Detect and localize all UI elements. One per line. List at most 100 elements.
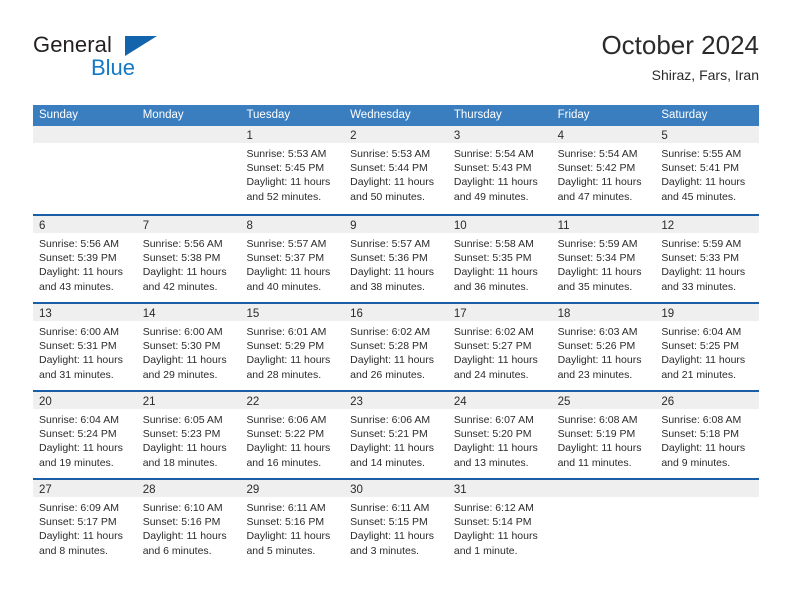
generalblue-logo[interactable]: General Blue xyxy=(33,32,253,92)
day-number: 31 xyxy=(453,484,467,496)
daylight-duration-line1: Daylight: 11 hours xyxy=(661,266,746,279)
day-sun-info: Sunrise: 6:10 AM Sunset: 5:16 PM Daylight:… xyxy=(137,497,241,558)
day-number: 5 xyxy=(661,130,668,142)
calendar-week-row: 6 Sunrise: 5:56 AM Sunset: 5:39 PM Daylight… xyxy=(33,214,760,302)
calendar-day-cell[interactable]: 1 Sunrise: 5:53 AM Sunset: 5:45 PM Daylight… xyxy=(240,126,345,214)
daylight-duration-line2: and 43 minutes. xyxy=(39,280,114,293)
day-number-band: 22 xyxy=(240,392,345,409)
day-number: 4 xyxy=(557,130,564,142)
sunset-time: Sunset: 5:25 PM xyxy=(661,340,739,353)
daylight-duration-line2: and 16 minutes. xyxy=(246,456,322,469)
calendar-day-cell[interactable]: 22 Sunrise: 6:06 AM Sunset: 5:22 PM Dayligh… xyxy=(240,392,345,478)
sunset-time: Sunset: 5:42 PM xyxy=(557,162,636,175)
calendar-day-cell[interactable]: 3 Sunrise: 5:54 AM Sunset: 5:43 PM Daylight… xyxy=(447,126,552,214)
day-sun-info: Sunrise: 5:53 AM Sunset: 5:44 PM Daylight:… xyxy=(344,143,448,204)
daylight-duration-line1: Daylight: 11 hours xyxy=(350,354,435,367)
sunrise-time: Sunrise: 6:11 AM xyxy=(350,502,430,514)
sunset-time: Sunset: 5:23 PM xyxy=(142,428,221,441)
sunrise-time: Sunrise: 6:00 AM xyxy=(142,326,223,338)
calendar-day-cell[interactable]: 9 Sunrise: 5:57 AM Sunset: 5:36 PM Daylight… xyxy=(344,216,448,302)
calendar-week-row: 1 Sunrise: 5:53 AM Sunset: 5:45 PM Daylight… xyxy=(33,126,760,214)
day-number-band: 21 xyxy=(136,392,241,409)
daylight-duration-line2: and 36 minutes. xyxy=(453,280,529,293)
daylight-duration-line1: Daylight: 11 hours xyxy=(39,530,123,543)
daylight-duration-line2: and 42 minutes. xyxy=(142,280,218,293)
sunset-time: Sunset: 5:20 PM xyxy=(453,428,532,441)
calendar-day-cell[interactable]: 10 Sunrise: 5:58 AM Sunset: 5:35 PM Dayligh… xyxy=(447,216,552,302)
day-number: 13 xyxy=(39,308,52,320)
day-sun-info: Sunrise: 6:04 AM Sunset: 5:25 PM Daylight:… xyxy=(655,321,759,382)
calendar-day-cell[interactable]: 5 Sunrise: 5:55 AM Sunset: 5:41 PM Daylight… xyxy=(655,126,760,214)
day-number: 20 xyxy=(39,396,52,408)
sunrise-time: Sunrise: 6:04 AM xyxy=(661,326,742,338)
calendar-grid: Sunday Monday Tuesday Wednesday Thursday… xyxy=(33,105,760,566)
daylight-duration-line1: Daylight: 11 hours xyxy=(39,442,123,455)
day-sun-info: Sunrise: 5:58 AM Sunset: 5:35 PM Daylight:… xyxy=(448,233,552,294)
calendar-day-cell-empty xyxy=(33,126,137,214)
day-sun-info: Sunrise: 5:56 AM Sunset: 5:39 PM Daylight:… xyxy=(33,233,137,294)
calendar-day-cell[interactable]: 6 Sunrise: 5:56 AM Sunset: 5:39 PM Daylight… xyxy=(33,216,137,302)
calendar-day-cell[interactable]: 31 Sunrise: 6:12 AM Sunset: 5:14 PM Dayligh… xyxy=(447,480,552,566)
day-number-band: 16 xyxy=(344,304,448,321)
page-subtitle: Shiraz, Fars, Iran xyxy=(651,67,759,83)
sunset-time: Sunset: 5:45 PM xyxy=(246,162,325,175)
day-number-band: 6 xyxy=(33,216,137,233)
calendar-day-cell[interactable]: 14 Sunrise: 6:00 AM Sunset: 5:30 PM Dayligh… xyxy=(136,304,241,390)
daylight-duration-line2: and 6 minutes. xyxy=(142,544,212,557)
sunrise-time: Sunrise: 6:08 AM xyxy=(661,414,742,426)
sunset-time: Sunset: 5:16 PM xyxy=(246,516,325,529)
calendar-day-cell[interactable]: 13 Sunrise: 6:00 AM Sunset: 5:31 PM Dayligh… xyxy=(33,304,137,390)
calendar-day-cell[interactable]: 17 Sunrise: 6:02 AM Sunset: 5:27 PM Dayligh… xyxy=(447,304,552,390)
calendar-day-cell[interactable]: 25 Sunrise: 6:08 AM Sunset: 5:19 PM Dayligh… xyxy=(551,392,656,478)
daylight-duration-line2: and 1 minute. xyxy=(453,544,518,557)
page-header: General Blue October 2024 Shiraz, Fars, … xyxy=(33,28,759,98)
sunrise-time: Sunrise: 5:57 AM xyxy=(350,238,431,250)
calendar-day-cell[interactable]: 23 Sunrise: 6:06 AM Sunset: 5:21 PM Dayligh… xyxy=(344,392,448,478)
daylight-duration-line2: and 35 minutes. xyxy=(557,280,633,293)
day-number: 25 xyxy=(557,396,571,408)
calendar-day-cell[interactable]: 24 Sunrise: 6:07 AM Sunset: 5:20 PM Dayligh… xyxy=(447,392,552,478)
daylight-duration-line2: and 5 minutes. xyxy=(246,544,316,557)
calendar-day-cell[interactable]: 11 Sunrise: 5:59 AM Sunset: 5:34 PM Dayligh… xyxy=(551,216,656,302)
sunrise-time: Sunrise: 6:04 AM xyxy=(39,414,119,426)
sunrise-time: Sunrise: 5:53 AM xyxy=(246,148,327,160)
calendar-day-cell[interactable]: 16 Sunrise: 6:02 AM Sunset: 5:28 PM Dayligh… xyxy=(344,304,448,390)
day-sun-info: Sunrise: 6:02 AM Sunset: 5:27 PM Daylight:… xyxy=(448,321,552,382)
day-number-band: 26 xyxy=(655,392,760,409)
sunset-time: Sunset: 5:18 PM xyxy=(661,428,739,441)
calendar-day-cell[interactable]: 26 Sunrise: 6:08 AM Sunset: 5:18 PM Dayligh… xyxy=(655,392,760,478)
calendar-day-cell[interactable]: 7 Sunrise: 5:56 AM Sunset: 5:38 PM Daylight… xyxy=(136,216,241,302)
logo-text-blue: Blue xyxy=(91,55,136,80)
calendar-day-cell[interactable]: 15 Sunrise: 6:01 AM Sunset: 5:29 PM Dayligh… xyxy=(240,304,345,390)
calendar-day-cell[interactable]: 20 Sunrise: 6:04 AM Sunset: 5:24 PM Dayligh… xyxy=(33,392,137,478)
day-number: 11 xyxy=(557,220,570,232)
calendar-day-cell[interactable]: 18 Sunrise: 6:03 AM Sunset: 5:26 PM Dayligh… xyxy=(551,304,656,390)
calendar-day-cell[interactable]: 19 Sunrise: 6:04 AM Sunset: 5:25 PM Dayligh… xyxy=(655,304,760,390)
sunrise-time: Sunrise: 5:55 AM xyxy=(661,148,742,160)
calendar-day-cell[interactable]: 29 Sunrise: 6:11 AM Sunset: 5:16 PM Dayligh… xyxy=(240,480,345,566)
sunrise-time: Sunrise: 6:09 AM xyxy=(39,502,119,514)
calendar-day-cell[interactable]: 2 Sunrise: 5:53 AM Sunset: 5:44 PM Daylight… xyxy=(344,126,448,214)
calendar-day-cell[interactable]: 21 Sunrise: 6:05 AM Sunset: 5:23 PM Dayligh… xyxy=(136,392,241,478)
day-sun-info: Sunrise: 6:11 AM Sunset: 5:15 PM Daylight:… xyxy=(344,497,448,558)
calendar-day-cell[interactable]: 4 Sunrise: 5:54 AM Sunset: 5:42 PM Daylight… xyxy=(551,126,656,214)
day-number: 24 xyxy=(453,396,467,408)
day-number-band: 19 xyxy=(655,304,760,321)
day-number: 15 xyxy=(246,308,260,320)
day-number-band: 24 xyxy=(447,392,552,409)
calendar-weeks: 1 Sunrise: 5:53 AM Sunset: 5:45 PM Daylight… xyxy=(33,126,760,566)
day-sun-info: Sunrise: 5:53 AM Sunset: 5:45 PM Daylight:… xyxy=(240,143,344,204)
daylight-duration-line1: Daylight: 11 hours xyxy=(142,266,227,279)
calendar-day-cell[interactable]: 30 Sunrise: 6:11 AM Sunset: 5:15 PM Dayligh… xyxy=(344,480,448,566)
calendar-day-cell[interactable]: 12 Sunrise: 5:59 AM Sunset: 5:33 PM Dayligh… xyxy=(655,216,760,302)
day-number-band: 3 xyxy=(447,126,552,143)
calendar-day-cell[interactable]: 28 Sunrise: 6:10 AM Sunset: 5:16 PM Dayligh… xyxy=(136,480,241,566)
day-number-band: 11 xyxy=(551,216,656,233)
day-number: 27 xyxy=(39,484,52,496)
calendar-day-cell[interactable]: 27 Sunrise: 6:09 AM Sunset: 5:17 PM Dayligh… xyxy=(33,480,137,566)
daylight-duration-line2: and 28 minutes. xyxy=(246,368,322,381)
daylight-duration-line2: and 13 minutes. xyxy=(453,456,529,469)
day-sun-info: Sunrise: 5:55 AM Sunset: 5:41 PM Daylight:… xyxy=(655,143,759,204)
daylight-duration-line2: and 29 minutes. xyxy=(142,368,218,381)
calendar-day-cell[interactable]: 8 Sunrise: 5:57 AM Sunset: 5:37 PM Daylight… xyxy=(240,216,345,302)
